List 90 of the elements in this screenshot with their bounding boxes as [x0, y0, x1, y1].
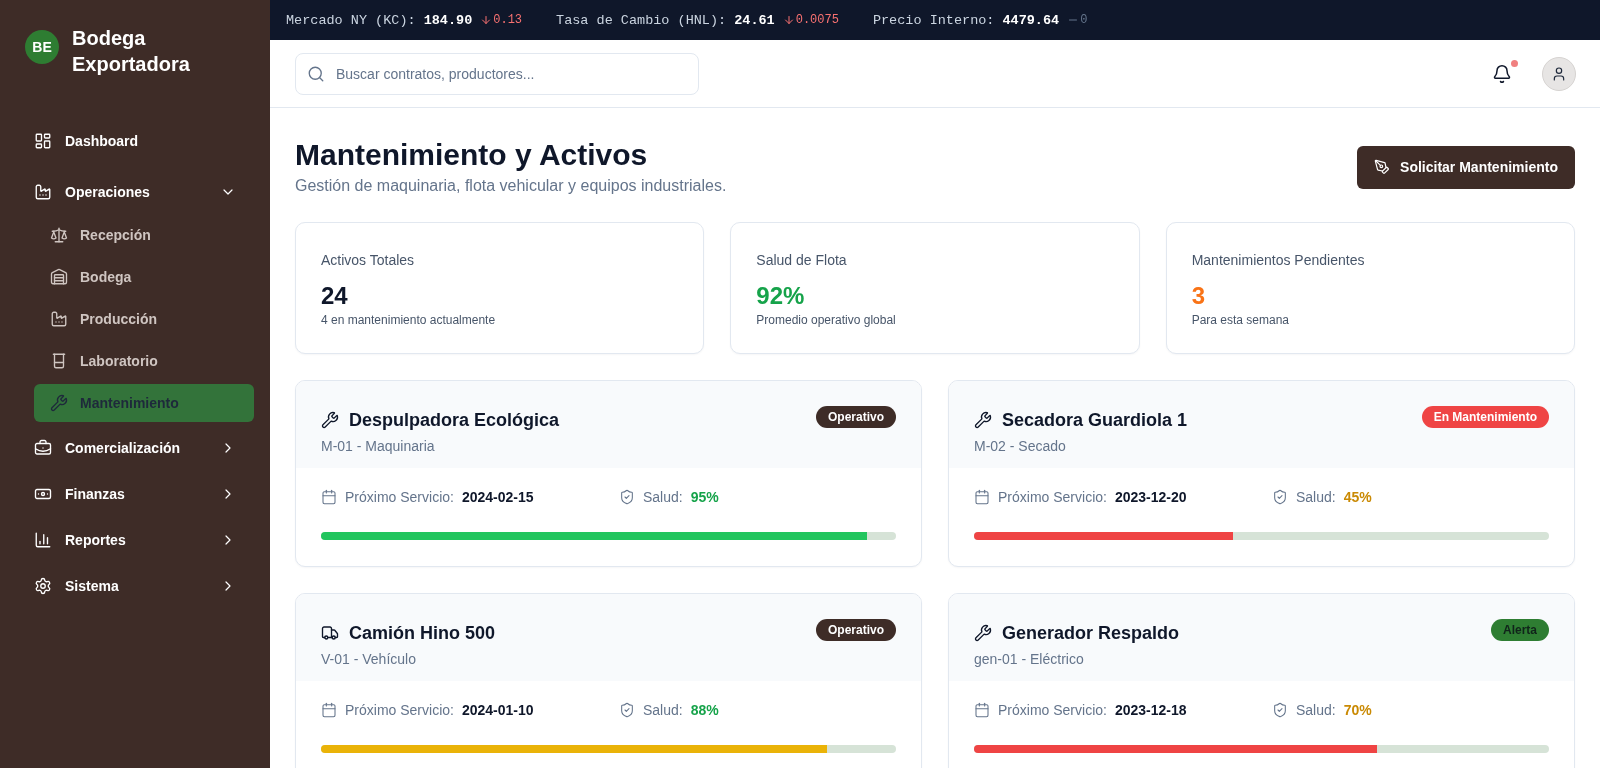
- shield-check-icon: [1272, 489, 1288, 505]
- service-label: Próximo Servicio:: [345, 488, 454, 507]
- scale-icon: [50, 226, 68, 244]
- search-icon: [307, 64, 325, 83]
- pen-tool-icon: [1374, 159, 1391, 175]
- stat-note: 4 en mantenimiento actualmente: [321, 312, 497, 328]
- stat-label: Activos Totales: [321, 251, 416, 270]
- nav-item[interactable]: Reportes: [16, 520, 254, 560]
- nav-item[interactable]: Dashboard: [16, 121, 254, 161]
- service-date: 2023-12-18: [1114, 701, 1187, 720]
- service-date: 2024-02-15: [461, 488, 534, 507]
- nav-item[interactable]: Finanzas: [16, 474, 254, 514]
- warehouse-icon: [50, 268, 68, 286]
- ticker-value: 184.90: [423, 12, 473, 28]
- settings-icon: [34, 577, 52, 595]
- health-value: 70%: [1343, 701, 1372, 720]
- health-value: 95%: [690, 488, 719, 507]
- nav-item[interactable]: Sistema: [16, 566, 254, 606]
- wrench-icon: [321, 411, 339, 429]
- stat-note: Promedio operativo global: [756, 312, 897, 328]
- beaker-icon: [50, 352, 68, 370]
- truck-icon: [321, 624, 339, 642]
- stat-value: 92%: [756, 282, 806, 310]
- ticker-value: 4479.64: [1002, 12, 1060, 28]
- asset-name: Camión Hino 500: [349, 622, 496, 645]
- asset-name: Despulpadora Ecológica: [349, 409, 560, 432]
- ticker-change: 0.0075: [795, 13, 839, 27]
- user-avatar-icon[interactable]: [1542, 56, 1576, 91]
- bar-chart-icon: [34, 531, 52, 549]
- wrench-icon: [974, 624, 992, 642]
- calendar-icon: [321, 489, 337, 505]
- status-badge: Operativo: [816, 406, 896, 428]
- health-value: 88%: [690, 701, 719, 720]
- nav-item[interactable]: Comercialización: [16, 428, 254, 468]
- status-badge: Alerta: [1491, 619, 1549, 641]
- stat-value: 24: [321, 282, 349, 310]
- health-label: Salud:: [643, 701, 683, 720]
- ticker-label: Mercado NY (KC):: [286, 12, 416, 28]
- calendar-icon: [974, 702, 990, 718]
- factory-icon: [50, 310, 68, 328]
- ticker-label: Tasa de Cambio (HNL):: [556, 12, 727, 28]
- status-badge: Operativo: [816, 619, 896, 641]
- ticker-value: 24.61: [734, 12, 775, 28]
- brand-name: Bodega Exportadora: [72, 26, 191, 77]
- factory-icon: [34, 183, 52, 201]
- arrow-down-icon: [480, 14, 493, 26]
- arrow-down-icon: [782, 14, 795, 26]
- page-title: Mantenimiento y Activos: [295, 137, 649, 173]
- logo-initials: BE: [25, 30, 59, 64]
- service-label: Próximo Servicio:: [998, 488, 1107, 507]
- nav-item[interactable]: Producción: [34, 300, 254, 338]
- ticker-change: 0.13: [493, 13, 523, 27]
- briefcase-icon: [34, 439, 52, 457]
- search-field[interactable]: Buscar contratos, productores...: [295, 52, 699, 95]
- nav-item[interactable]: Laboratorio: [34, 342, 254, 380]
- nav-item[interactable]: Operaciones: [16, 172, 254, 212]
- shield-check-icon: [619, 702, 635, 718]
- wrench-icon: [974, 411, 992, 429]
- bell-icon[interactable]: [1492, 63, 1512, 84]
- asset-name: Secadora Guardiola 1: [1002, 409, 1188, 432]
- health-value: 45%: [1343, 488, 1372, 507]
- asset-name: Generador Respaldo: [1002, 622, 1180, 645]
- request-maintenance-button[interactable]: Solicitar Mantenimiento: [1357, 145, 1575, 189]
- wrench-icon: [50, 394, 68, 412]
- asset-code: gen-01 - Eléctrico: [974, 650, 1085, 669]
- shield-check-icon: [1272, 702, 1288, 718]
- stat-value: 3: [1191, 282, 1206, 310]
- calendar-icon: [321, 702, 337, 718]
- ticker-change: 0: [1080, 13, 1088, 27]
- stat-label: Mantenimientos Pendientes: [1191, 251, 1366, 270]
- dashboard-icon: [34, 132, 52, 150]
- stat-note: Para esta semana: [1191, 312, 1291, 328]
- service-label: Próximo Servicio:: [998, 701, 1107, 720]
- asset-code: V-01 - Vehículo: [321, 650, 417, 669]
- page-subtitle: Gestión de maquinaria, flota vehicular y equipos industriales.: [295, 176, 727, 196]
- service-date: 2023-12-20: [1114, 488, 1187, 507]
- health-label: Salud:: [1296, 701, 1336, 720]
- service-date: 2024-01-10: [461, 701, 534, 720]
- status-badge: En Mantenimiento: [1421, 406, 1549, 428]
- ticker-label: Precio Interno:: [872, 12, 995, 28]
- stat-label: Salud de Flota: [756, 251, 848, 270]
- nav-item[interactable]: Recepción: [34, 216, 254, 254]
- nav-item[interactable]: Bodega: [34, 258, 254, 296]
- calendar-icon: [974, 489, 990, 505]
- asset-code: M-02 - Secado: [974, 437, 1067, 456]
- asset-code: M-01 - Maquinaria: [321, 437, 436, 456]
- shield-check-icon: [619, 489, 635, 505]
- health-label: Salud:: [1296, 488, 1336, 507]
- health-label: Salud:: [643, 488, 683, 507]
- service-label: Próximo Servicio:: [345, 701, 454, 720]
